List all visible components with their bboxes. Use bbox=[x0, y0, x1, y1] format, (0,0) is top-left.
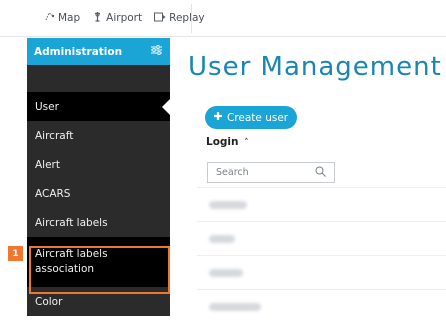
sort-ascending-icon: ˄ bbox=[244, 138, 249, 148]
airport-label: Airport bbox=[106, 12, 143, 24]
search-icon bbox=[315, 166, 326, 180]
redacted-login bbox=[209, 235, 235, 243]
sidebar-item-color[interactable]: Color bbox=[27, 287, 170, 316]
table-row[interactable] bbox=[197, 289, 446, 323]
sidebar-item-label: Color bbox=[35, 295, 63, 308]
column-header-login[interactable]: Login ˄ bbox=[206, 136, 249, 148]
sidebar-item-alert[interactable]: Alert bbox=[27, 150, 170, 179]
airport-link[interactable]: Airport bbox=[92, 11, 142, 25]
replay-label: Replay bbox=[169, 12, 205, 24]
table-row[interactable] bbox=[197, 187, 446, 221]
sidebar-item-label: Aircraft bbox=[35, 129, 74, 142]
sidebar-item-aircraft-labels[interactable]: Aircraft labels bbox=[27, 208, 170, 237]
map-label: Map bbox=[58, 12, 81, 24]
replay-icon bbox=[154, 12, 166, 25]
sidebar-item-aircraft-labels-association[interactable]: Aircraft labels association bbox=[27, 237, 170, 287]
page-title: User Management bbox=[188, 52, 442, 82]
login-search-input[interactable]: Search bbox=[207, 162, 335, 183]
sidebar-item-label: Aircraft labels bbox=[35, 216, 108, 229]
column-header-label: Login bbox=[206, 136, 239, 148]
sidebar-item-aircraft[interactable]: Aircraft bbox=[27, 121, 170, 150]
top-navigation-bar: Map Airport Replay bbox=[0, 0, 446, 37]
sidebar-menu: User Aircraft Alert ACARS Aircraft label… bbox=[27, 92, 171, 316]
sidebar-item-label: Alert bbox=[35, 158, 60, 171]
main-content: User Management Create user Login ˄ Sear… bbox=[170, 38, 446, 316]
airport-icon bbox=[92, 11, 103, 25]
sidebar-item-user[interactable]: User bbox=[27, 92, 171, 121]
sidebar-item-label: Aircraft labels association bbox=[35, 248, 108, 275]
redacted-login bbox=[209, 303, 261, 311]
sidebar-item-acars[interactable]: ACARS bbox=[27, 179, 170, 208]
create-user-label: Create user bbox=[227, 111, 289, 124]
sidebar-header: Administration bbox=[27, 38, 170, 65]
map-link[interactable]: Map bbox=[44, 11, 80, 25]
sidebar-header-title: Administration bbox=[34, 45, 123, 58]
search-placeholder: Search bbox=[216, 167, 249, 178]
create-user-button[interactable]: Create user bbox=[205, 106, 298, 129]
table-row[interactable] bbox=[197, 221, 446, 255]
sidebar: Administration User Aircraft Alert ACARS… bbox=[27, 38, 171, 316]
plus-icon bbox=[213, 111, 223, 124]
sidebar-item-label: User bbox=[35, 100, 59, 113]
replay-link[interactable]: Replay bbox=[154, 12, 205, 25]
table-row[interactable] bbox=[197, 255, 446, 289]
redacted-login bbox=[209, 201, 247, 209]
user-table-body bbox=[197, 187, 446, 323]
sidebar-item-label: ACARS bbox=[35, 187, 71, 200]
map-pin-icon bbox=[44, 11, 55, 25]
annotation-badge: 1 bbox=[8, 246, 23, 261]
topbar-divider bbox=[191, 4, 192, 33]
redacted-login bbox=[209, 269, 243, 277]
settings-sliders-icon[interactable] bbox=[151, 45, 162, 58]
